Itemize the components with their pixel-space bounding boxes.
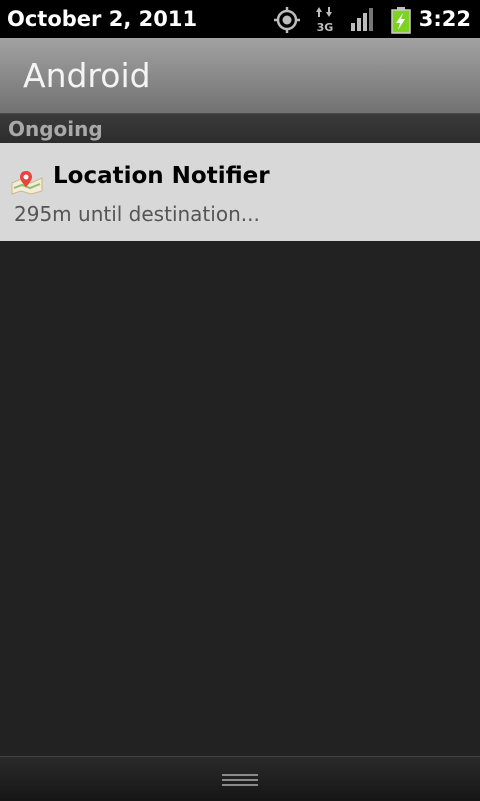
notification-item[interactable]: Location Notifier 295m until destination… <box>0 143 480 241</box>
carrier-header: Android <box>0 38 480 114</box>
notification-text: 295m until destination... <box>14 202 260 226</box>
status-date: October 2, 2011 <box>7 7 198 31</box>
data-type-label: 3G <box>317 21 334 34</box>
notification-title: Location Notifier <box>53 163 270 189</box>
signal-strength-icon <box>351 8 373 31</box>
notification-shade-handle[interactable] <box>0 756 480 801</box>
carrier-label: Android <box>23 56 151 95</box>
3g-data-icon: 3G <box>316 7 334 34</box>
section-label: Ongoing <box>8 117 103 141</box>
grip-icon <box>222 774 258 789</box>
map-pin-icon <box>11 171 43 195</box>
gps-icon <box>274 7 300 33</box>
status-bar: October 2, 2011 3G 3:22 <box>0 0 480 38</box>
status-time: 3:22 <box>418 7 471 31</box>
section-header-ongoing: Ongoing <box>0 113 480 144</box>
battery-charging-icon <box>391 7 411 34</box>
